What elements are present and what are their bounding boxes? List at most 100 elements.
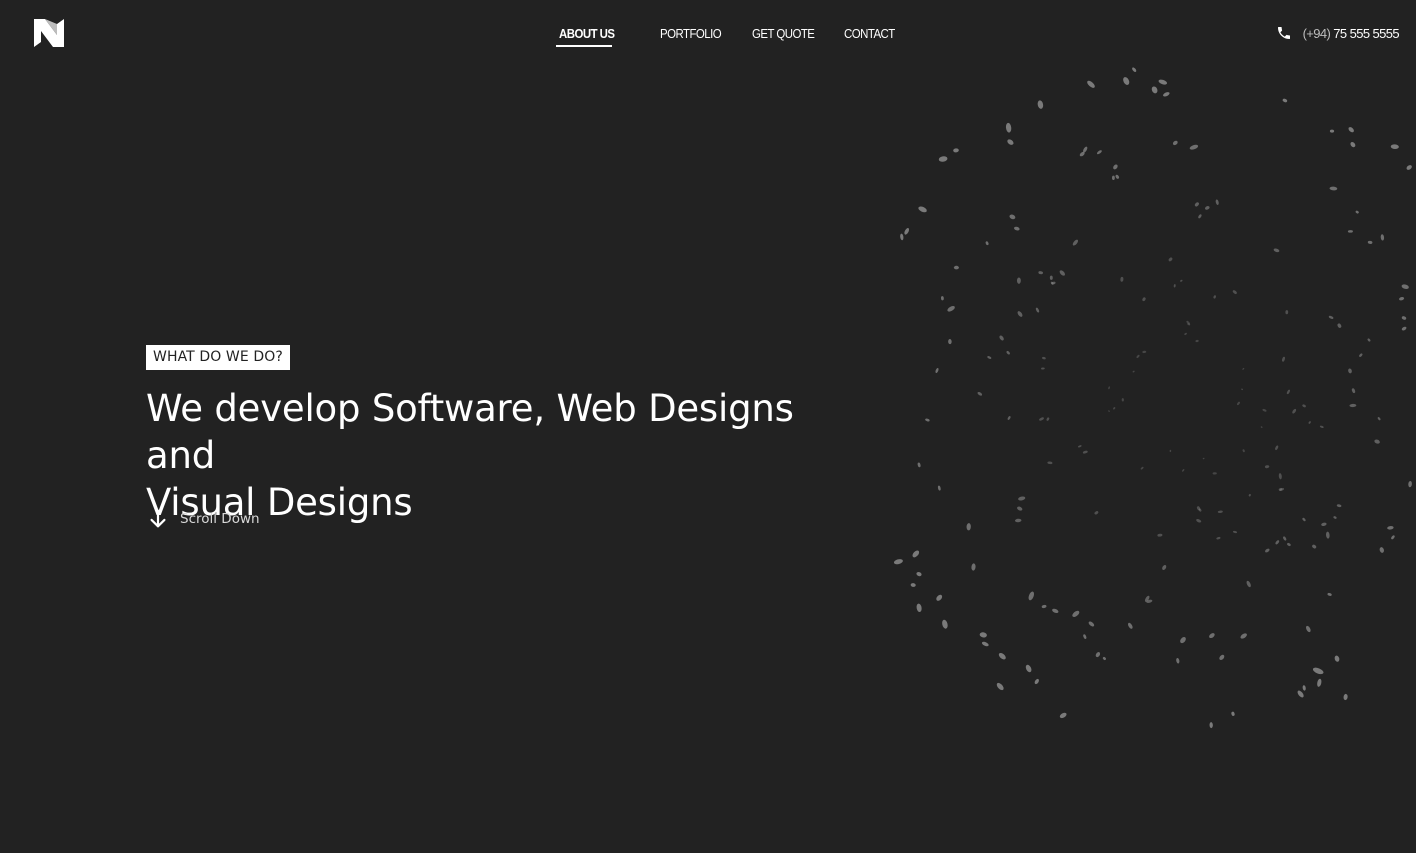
particle-dot: [1196, 506, 1201, 511]
particle-dot: [1237, 401, 1240, 406]
particle-dot: [1308, 421, 1311, 424]
nav-contact[interactable]: CONTACT: [844, 24, 895, 44]
particle-dot: [942, 619, 948, 629]
particle-dot: [916, 603, 922, 613]
particle-dot: [1121, 398, 1124, 402]
particle-dot: [918, 206, 927, 213]
particle-dot: [1367, 240, 1373, 244]
particle-dot: [904, 228, 910, 235]
particle-dot: [1014, 226, 1020, 231]
particle-dot: [1083, 146, 1088, 153]
particle-dot: [1072, 239, 1079, 246]
particle-dot: [1115, 174, 1120, 179]
particle-dot: [1123, 77, 1130, 85]
particle-dot: [1018, 496, 1026, 501]
particle-dot: [1146, 599, 1153, 603]
particle-dot: [1349, 403, 1357, 408]
particle-dot: [917, 462, 921, 468]
particle-dot: [953, 265, 959, 270]
particle-dot: [1157, 533, 1163, 537]
particle-dot: [1232, 530, 1238, 534]
nav-active-underline: [556, 45, 612, 47]
particle-dot: [936, 594, 943, 601]
particle-dot: [1072, 610, 1080, 617]
particle-dot: [1046, 417, 1050, 421]
particle-dot: [1007, 139, 1014, 145]
particle-dot: [1209, 633, 1215, 639]
particle-dot: [1025, 664, 1032, 673]
particle-dot: [1287, 543, 1291, 546]
particle-dot: [941, 296, 944, 301]
particle-dot: [1102, 657, 1106, 660]
particle-dot: [1132, 370, 1135, 373]
particle-dot: [1151, 86, 1158, 94]
particle-dot: [1049, 275, 1053, 280]
particle-dot: [1348, 127, 1354, 133]
particle-dot: [1127, 622, 1133, 629]
particle-dot: [1275, 445, 1279, 451]
particle-dot: [1213, 295, 1216, 299]
particle-dot: [1260, 426, 1263, 428]
phone-link[interactable]: (+94) 75 555 5555: [1276, 25, 1400, 41]
nav-get-quote[interactable]: GET QUOTE: [752, 24, 815, 44]
particle-dot: [1333, 516, 1337, 519]
particle-dot: [1079, 151, 1085, 157]
particle-dot: [1094, 511, 1099, 515]
particle-dot: [1120, 276, 1124, 282]
particle-dot: [981, 641, 989, 647]
particle-dot: [1408, 480, 1412, 488]
particle-dot: [1140, 466, 1144, 470]
particle-dot: [1017, 506, 1023, 511]
particle-dot: [1337, 323, 1342, 328]
particle-dot: [1144, 595, 1150, 602]
particle-dot: [1279, 488, 1285, 491]
particle-dot: [1168, 257, 1173, 262]
scroll-down-button[interactable]: Scroll Down: [147, 508, 260, 530]
particle-dot: [1265, 548, 1270, 553]
particle-dot: [1132, 67, 1137, 72]
particle-dot: [1336, 504, 1342, 508]
particle-dot: [1186, 320, 1190, 325]
particle-dot: [1108, 410, 1110, 412]
particle-dot: [1285, 310, 1289, 315]
particle-dot: [1241, 388, 1244, 391]
particle-dot: [1283, 536, 1287, 541]
particle-dot: [1212, 472, 1217, 475]
particle-dot: [985, 241, 989, 246]
particle-dot: [1041, 604, 1047, 609]
particle-dot: [953, 148, 959, 153]
particle-dot: [987, 356, 992, 359]
particle-dot: [910, 583, 916, 587]
particle-dot: [1359, 353, 1363, 357]
phone-country-code: (+94): [1302, 25, 1331, 41]
particle-dot: [1038, 271, 1044, 275]
particle-dot: [971, 563, 976, 571]
particle-dot: [1113, 407, 1116, 410]
nav-portfolio[interactable]: PORTFOLIO: [660, 24, 722, 44]
particle-dot: [1017, 311, 1023, 317]
particle-dot: [1275, 540, 1280, 545]
particle-dot: [1113, 164, 1118, 170]
particle-dot: [1078, 445, 1082, 448]
particle-dot: [966, 523, 971, 531]
particle-dot: [1317, 678, 1322, 687]
particle-dot: [1264, 465, 1270, 469]
particle-dot: [1406, 165, 1412, 170]
particle-dot: [1095, 652, 1101, 658]
particle-dot: [1232, 290, 1237, 294]
particle-dot: [1242, 449, 1245, 453]
particle-dot: [998, 652, 1006, 660]
nav-about-us[interactable]: ABOUT US: [559, 24, 615, 44]
particle-dot: [937, 485, 941, 491]
particle-dot: [1205, 206, 1210, 210]
particle-dot: [948, 339, 952, 345]
particle-dot: [1136, 354, 1140, 359]
particle-dot: [1319, 425, 1324, 428]
particle-dot: [1182, 469, 1185, 472]
particle-dot: [1096, 150, 1102, 155]
particle-dot: [1009, 214, 1016, 220]
particle-dot: [1343, 693, 1348, 701]
particle-dot: [1216, 536, 1221, 540]
particle-dot: [1329, 186, 1338, 191]
particle-dot: [1377, 417, 1381, 421]
